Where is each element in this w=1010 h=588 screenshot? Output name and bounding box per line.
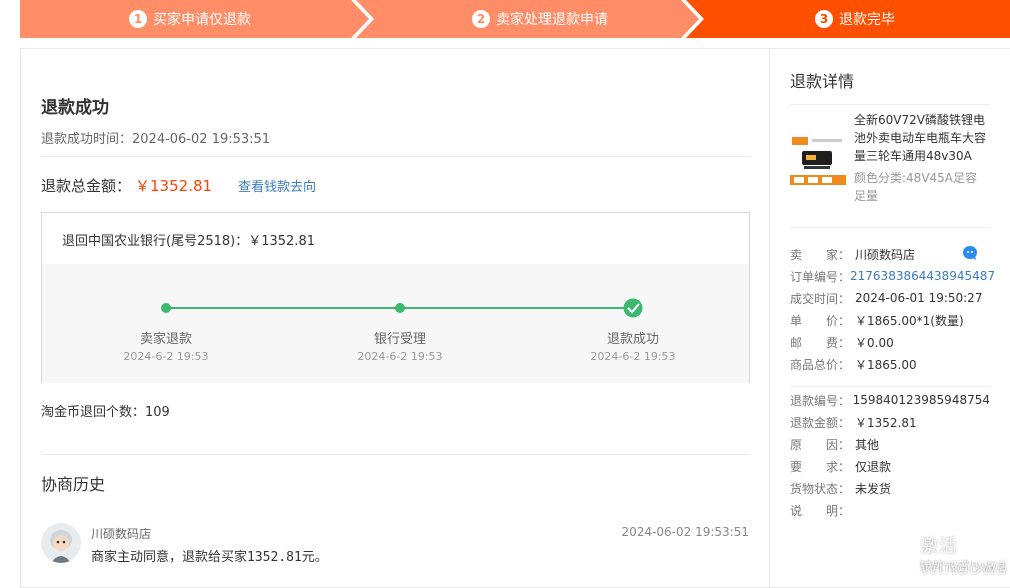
step-label: 退款完毕 [839, 12, 895, 28]
order-info: 卖 家： 川硕数码店 订单编号： 2176383864438945487 成交时间：… [790, 243, 995, 375]
info-key: 订单编号： [790, 269, 851, 284]
progress-track [161, 298, 643, 318]
step-number: 3 [815, 10, 833, 28]
step-number: 2 [472, 10, 490, 28]
divider [41, 454, 750, 455]
info-value: 仅退款 [855, 459, 892, 474]
history-time: 2024-06-02 19:53:51 [621, 525, 749, 539]
total-label: 退款总金额： [41, 177, 132, 195]
info-key: 卖 家： [790, 247, 851, 262]
refund-details-panel: 退款详情 全新60V72V磷酸铁锂电池外卖电动车电瓶车大容量三轮车通用48v30… [769, 48, 1010, 588]
avatar [41, 523, 81, 563]
info-value: 未发货 [855, 481, 892, 496]
refund-info: 退款编号： 159840123985948754 退款金额： ￥1352.81 原 … [790, 389, 990, 521]
refund-progress: 卖家退款 2024-6-2 19:53 银行受理 2024-6-2 19:53 … [42, 264, 749, 383]
progress-node-bank-accept: 银行受理 2024-6-2 19:53 [330, 328, 470, 363]
info-value: ￥1352.81 [855, 415, 917, 430]
order-number-link[interactable]: 2176383864438945487 [850, 269, 995, 283]
progress-node-seller-refund: 卖家退款 2024-6-2 19:53 [96, 328, 236, 363]
info-row-total: 商品总价： ￥1865.00 [790, 353, 990, 375]
negotiation-history-title: 协商历史 [41, 475, 106, 494]
node-label: 退款成功 [606, 332, 659, 347]
refund-steps-bar: 1 买家申请仅退款 2 卖家处理退款申请 3 退款完毕 [20, 0, 1010, 38]
step-label: 卖家处理退款申请 [496, 12, 608, 28]
info-value: ￥1865.00*1(数量) [855, 313, 964, 328]
info-key: 退款编号： [790, 393, 851, 408]
info-row-order-no: 订单编号： 2176383864438945487 [790, 265, 995, 287]
node-date: 2024-6-2 19:53 [123, 350, 209, 363]
bank-refund-line: 退回中国农业银行(尾号2518)：￥1352.81 [62, 234, 315, 249]
info-key: 货物状态： [790, 481, 851, 496]
refund-success-time: 退款成功时间：2024-06-02 19:53:51 [41, 128, 270, 147]
info-key: 原 因： [790, 437, 851, 452]
seller-name: 川硕数码店 [855, 247, 916, 262]
refund-total-row: 退款总金额： ￥1352.81 查看钱款去向 [41, 175, 316, 196]
info-row-reason: 原 因： 其他 [790, 433, 990, 455]
check-circle-icon [623, 298, 643, 318]
info-value: ￥0.00 [855, 335, 894, 350]
node-date: 2024-6-2 19:53 [590, 350, 676, 363]
money-flow-link[interactable]: 查看钱款去向 [238, 176, 316, 195]
product-sku: 颜色分类:48V45A足容足量 [854, 171, 978, 203]
progress-dot [161, 303, 171, 313]
refund-main-panel: 退款成功 退款成功时间：2024-06-02 19:53:51 退款总金额： ￥… [20, 48, 770, 588]
step-apply-refund: 1 买家申请仅退款 [20, 0, 360, 38]
history-message: 商家主动同意，退款给买家1352.81元。 [91, 550, 328, 565]
history-shop-name: 川硕数码店 [91, 527, 152, 541]
info-value: 2024-06-01 19:50:27 [855, 291, 983, 305]
info-key: 退款金额： [790, 415, 851, 430]
progress-node-refund-success: 退款成功 2024-6-2 19:53 [563, 328, 703, 363]
info-row-request: 要 求： 仅退款 [790, 455, 990, 477]
info-key: 邮 费： [790, 335, 851, 350]
wangwang-chat-icon[interactable] [962, 245, 978, 261]
info-row-goods-status: 货物状态： 未发货 [790, 477, 990, 499]
step-refund-complete: 3 退款完毕 [700, 0, 1010, 38]
divider [790, 386, 990, 387]
info-row-unit-price: 单 价： ￥1865.00*1(数量) [790, 309, 990, 331]
taobao-coins-returned: 淘金币退回个数：109 [41, 405, 170, 420]
node-label: 卖家退款 [139, 332, 192, 347]
product-name-link[interactable]: 全新60V72V磷酸铁锂电池外卖电动车电瓶车大容量三轮车通用48v30A [854, 111, 988, 165]
info-row-refund-amount: 退款金额： ￥1352.81 [790, 411, 990, 433]
step-number: 1 [129, 10, 147, 28]
info-row-seller: 卖 家： 川硕数码店 [790, 243, 990, 265]
info-key: 商品总价： [790, 357, 851, 372]
info-value: 159840123985948754 [852, 393, 990, 407]
info-key: 要 求： [790, 459, 851, 474]
info-row-note: 说 明： [790, 499, 990, 521]
divider [41, 156, 750, 157]
product-card[interactable]: 全新60V72V磷酸铁锂电池外卖电动车电瓶车大容量三轮车通用48v30A 颜色分… [790, 104, 990, 228]
info-key: 单 价： [790, 313, 851, 328]
total-amount: ￥1352.81 [135, 177, 213, 195]
page-title: 退款成功 [41, 98, 109, 118]
info-row-deal-time: 成交时间： 2024-06-01 19:50:27 [790, 287, 990, 309]
info-row-shipping: 邮 费： ￥0.00 [790, 331, 990, 353]
time-value: 2024-06-02 19:53:51 [132, 132, 271, 147]
info-key: 说 明： [790, 503, 851, 518]
time-label: 退款成功时间： [41, 132, 133, 147]
info-row-refund-no: 退款编号： 159840123985948754 [790, 389, 990, 411]
windows-activation-hint: 转到"设置"以激活 [920, 560, 1008, 573]
bank-refund-box: 退回中国农业银行(尾号2518)：￥1352.81 卖家退款 2024-6-2 … [41, 212, 750, 383]
info-value: 其他 [855, 437, 880, 452]
product-thumbnail[interactable] [790, 121, 846, 191]
info-key: 成交时间： [790, 291, 851, 306]
refund-details-title: 退款详情 [790, 72, 855, 91]
node-date: 2024-6-2 19:53 [357, 350, 443, 363]
seller-avatar-icon [41, 523, 81, 563]
step-label: 买家申请仅退款 [153, 12, 251, 28]
step-seller-process: 2 卖家处理退款申请 [370, 0, 710, 38]
progress-dot [395, 303, 405, 313]
node-label: 银行受理 [373, 332, 426, 347]
info-value: ￥1865.00 [855, 357, 917, 372]
